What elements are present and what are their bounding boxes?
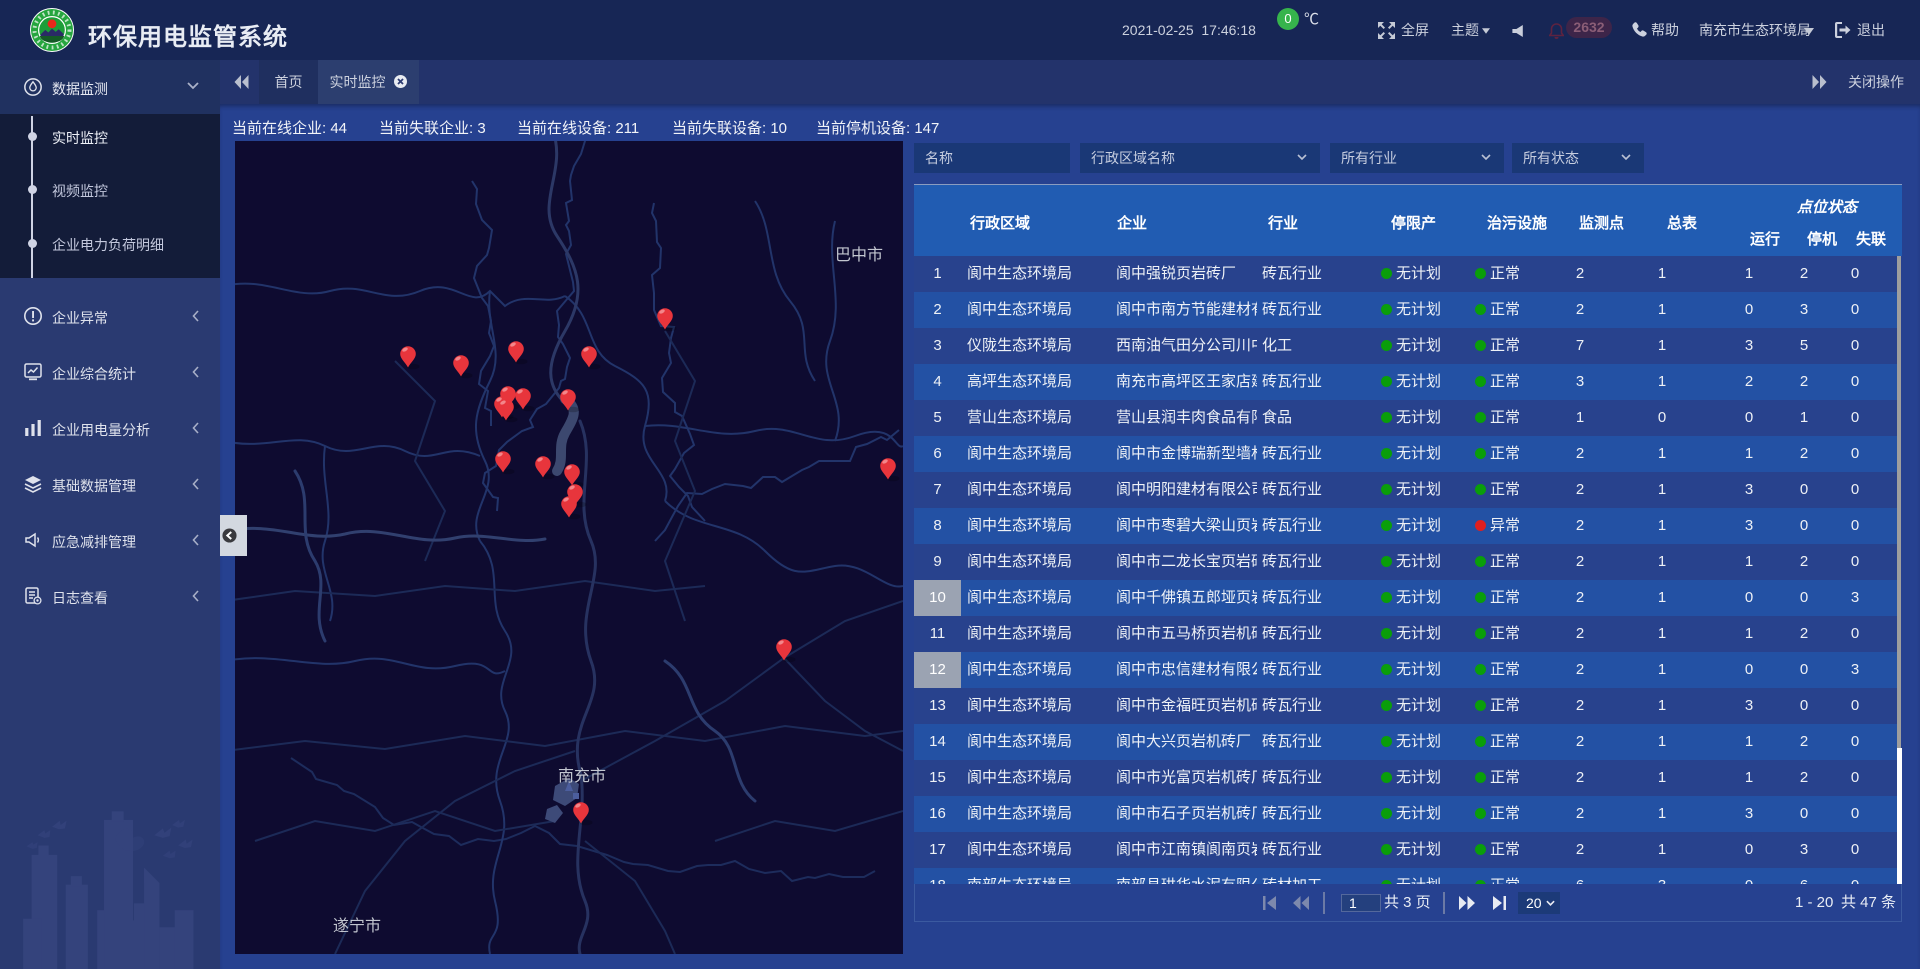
svg-text:南充市: 南充市 — [558, 767, 606, 785]
svg-text:遂宁市: 遂宁市 — [333, 917, 381, 935]
svg-text:巴中市: 巴中市 — [835, 246, 883, 264]
